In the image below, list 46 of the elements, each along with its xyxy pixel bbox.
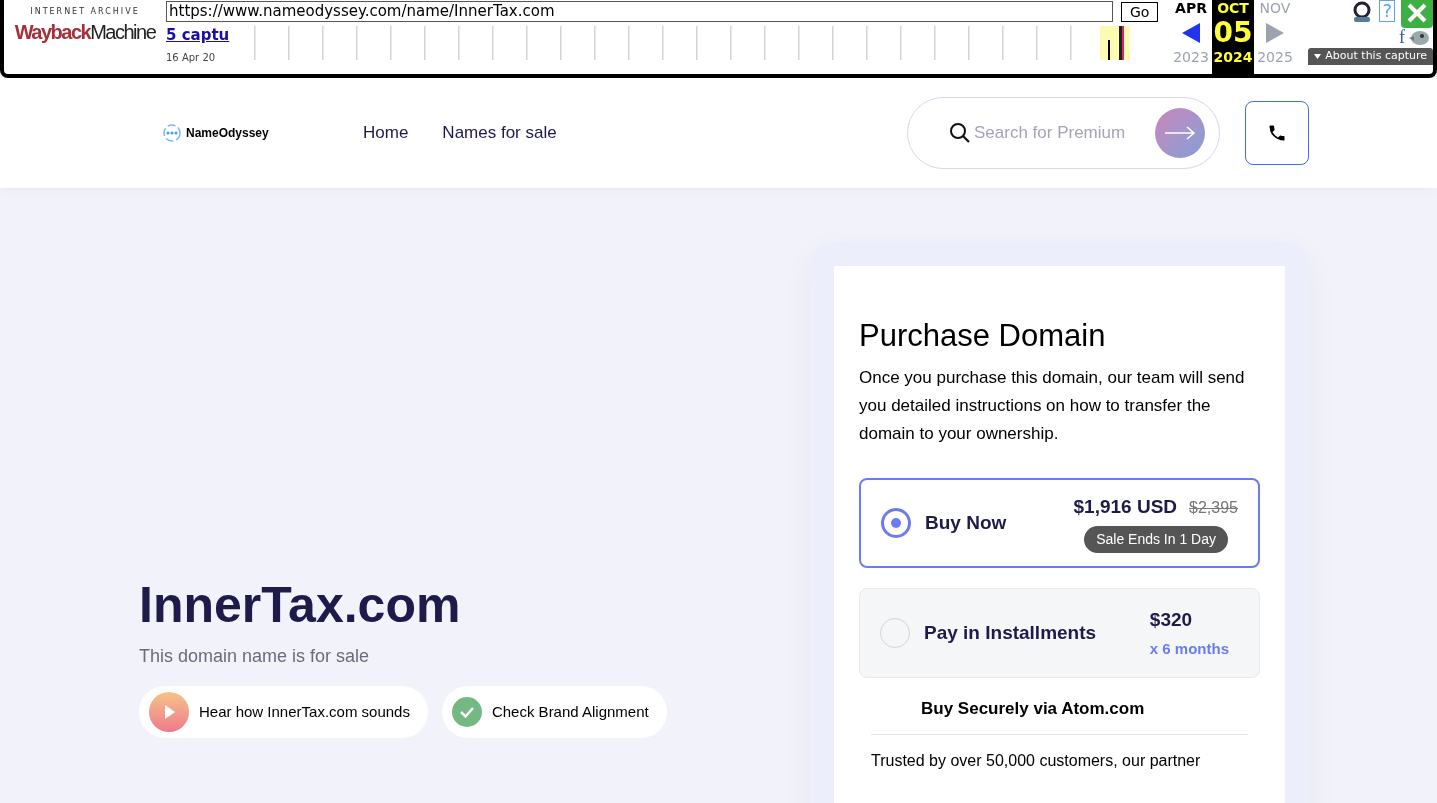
bird-icon[interactable] [1407, 28, 1431, 46]
sale-price: $1,916 USD [1073, 495, 1178, 520]
trust-text: Trusted by over 50,000 customers, our partner [870, 750, 1202, 771]
phone-icon [1267, 123, 1287, 143]
first-capture-date: 16 Apr 20 [166, 50, 217, 65]
logo-wordmark-suffix: Machine [90, 22, 156, 42]
search-field[interactable]: Search for Premium [974, 120, 1146, 146]
previous-arrow-icon[interactable] [1182, 23, 1200, 43]
month-label[interactable]: OCT [1217, 0, 1249, 17]
sale-badge: Sale Ends In 1 Day [1084, 525, 1228, 553]
caret-icon [1314, 54, 1322, 59]
arrow-right-icon [1164, 126, 1196, 140]
installment-price: $320 [1149, 607, 1193, 632]
search-submit-button[interactable] [1155, 108, 1205, 158]
month-label[interactable]: APR [1175, 0, 1207, 17]
logo-wordmark: Wayback [14, 22, 91, 42]
option-label: Pay in Installments [924, 620, 1097, 645]
original-price: $2,395 [1189, 498, 1238, 519]
search-icon [948, 121, 972, 145]
phone-button[interactable] [1245, 101, 1309, 165]
facebook-icon[interactable]: f [1399, 28, 1405, 46]
day-label: 05 [1213, 17, 1253, 49]
purchase-title: Purchase Domain [859, 317, 1107, 355]
next-arrow-icon[interactable] [1266, 23, 1284, 43]
logo-caption: INTERNET ARCHIVE [30, 6, 140, 18]
brand-check-button[interactable]: Check Brand Alignment [441, 686, 667, 738]
brand-logo-icon [163, 124, 181, 142]
brand-name: NameOdyssey [186, 125, 269, 142]
domain-title: InnerTax.com [139, 576, 462, 635]
year-label[interactable]: 2024 [1213, 49, 1253, 66]
go-button[interactable]: Go [1121, 1, 1159, 22]
payment-option[interactable]: Pay in Installments $320 x 6 months [859, 588, 1260, 678]
radio-button[interactable] [881, 508, 911, 538]
nav-link[interactable]: Home [363, 120, 409, 146]
play-icon [149, 692, 189, 732]
purchase-description: Once you purchase this domain, our team will send you detailed instructions on how to transfer the domain to your ownership. [859, 367, 1246, 445]
nav-link[interactable]: Names for sale [442, 120, 557, 146]
about-capture-button[interactable]: About this capture [1308, 48, 1433, 65]
hear-pronunciation-button[interactable]: Hear how InnerTax.com sounds [139, 686, 428, 738]
secure-note: Buy Securely via Atom.com [920, 698, 1146, 720]
installment-period: x 6 months [1149, 639, 1229, 659]
option-label: Buy Now [925, 510, 1007, 535]
payment-option[interactable]: Buy Now $1,916 USD $2,395 Sale Ends In 1 Day [859, 478, 1260, 568]
domain-subtitle: This domain name is for sale [139, 645, 371, 668]
url-field[interactable]: https://www.nameodyssey.com/name/InnerTax.com [166, 1, 1113, 22]
check-icon [451, 697, 482, 727]
